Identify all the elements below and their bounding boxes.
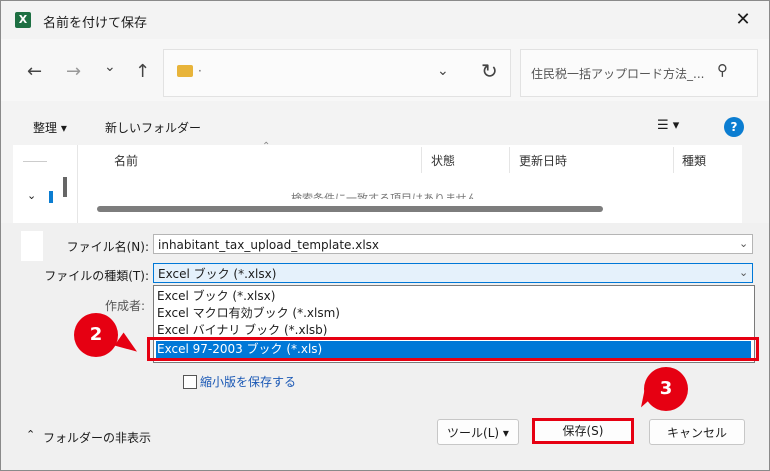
- column-header-type[interactable]: 種類: [682, 152, 706, 169]
- column-header-name[interactable]: 名前: [114, 152, 138, 169]
- column-divider: [421, 147, 422, 173]
- step2-badge: 2: [74, 313, 118, 357]
- thumbnail-checkbox[interactable]: [183, 375, 197, 389]
- empty-message-clip: 検索条件に一致する項目はありません。: [77, 191, 741, 199]
- column-divider: [673, 147, 674, 173]
- excel-app-icon: X: [15, 12, 31, 28]
- back-arrow-icon[interactable]: ←: [27, 61, 42, 82]
- filename-field[interactable]: inhabitant_tax_upload_template.xlsx: [153, 234, 753, 254]
- window-title: 名前を付けて保存: [43, 16, 148, 31]
- navigation-pane: [13, 145, 77, 223]
- save-button[interactable]: 保存(S): [532, 418, 634, 444]
- address-bar[interactable]: [163, 49, 511, 97]
- search-icon[interactable]: ⚲: [717, 61, 728, 79]
- column-header-status[interactable]: 状態: [431, 152, 455, 169]
- sort-up-chevron-icon: ⌃: [262, 141, 271, 152]
- step3-badge: 3: [644, 367, 688, 411]
- up-arrow-icon[interactable]: ↑: [135, 61, 150, 82]
- address-path: ·: [198, 64, 202, 78]
- filename-label: ファイル名(N):: [66, 240, 149, 254]
- empty-message: 検索条件に一致する項目はありません。: [291, 192, 489, 199]
- filetype-select[interactable]: Excel ブック (*.xlsx): [153, 263, 753, 283]
- help-icon[interactable]: ?: [724, 117, 744, 137]
- column-header-modified[interactable]: 更新日時: [519, 152, 567, 169]
- nav-pane-divider: [23, 161, 47, 162]
- search-input[interactable]: 住民税一括アップロード方法_...: [531, 65, 704, 82]
- left-blank-panel: [21, 231, 43, 261]
- folder-icon: [177, 65, 193, 77]
- nav-pane-scrollbar[interactable]: [63, 177, 67, 197]
- filetype-label: ファイルの種類(T):: [44, 269, 149, 283]
- hide-folders-button[interactable]: フォルダーの非表示: [43, 429, 151, 446]
- tools-dropdown-icon: ▾: [502, 426, 509, 440]
- new-folder-button[interactable]: 新しいフォルダー: [105, 119, 201, 136]
- close-icon[interactable]: ✕: [733, 9, 753, 30]
- tools-button-label: ツール(L): [447, 426, 500, 440]
- tools-button[interactable]: ツール(L) ▾: [437, 419, 519, 445]
- filename-dropdown-chevron-icon[interactable]: ⌄: [739, 237, 748, 250]
- highlight-xls-option: [147, 337, 759, 361]
- expand-chevron-icon[interactable]: ⌄: [27, 189, 36, 202]
- filetype-option-xlsm[interactable]: Excel マクロ有効ブック (*.xlsm): [156, 305, 751, 322]
- column-divider: [509, 147, 510, 173]
- author-label: 作成者:: [105, 299, 146, 313]
- view-options-icon[interactable]: ☰ ▾: [657, 118, 679, 133]
- organize-button[interactable]: 整理 ▾: [33, 119, 67, 136]
- address-dropdown-chevron-icon[interactable]: ⌄: [437, 63, 449, 79]
- refresh-icon[interactable]: ↻: [481, 59, 498, 83]
- save-as-dialog: X 名前を付けて保存 ✕ ← → ⌄ ↑ · ⌄ ↻ 住民税一括アップロード方法…: [0, 0, 770, 471]
- nav-item-marker: [49, 191, 53, 203]
- chevron-up-icon[interactable]: ⌃: [26, 428, 35, 441]
- cancel-button[interactable]: キャンセル: [649, 419, 745, 445]
- forward-arrow-icon[interactable]: →: [66, 61, 81, 82]
- thumbnail-checkbox-label[interactable]: 縮小版を保存する: [200, 373, 296, 390]
- filetype-dropdown-chevron-icon[interactable]: ⌄: [739, 266, 748, 279]
- horizontal-scrollbar[interactable]: [97, 206, 603, 212]
- recent-locations-chevron-icon[interactable]: ⌄: [104, 59, 116, 75]
- filetype-option-xlsx[interactable]: Excel ブック (*.xlsx): [156, 288, 751, 305]
